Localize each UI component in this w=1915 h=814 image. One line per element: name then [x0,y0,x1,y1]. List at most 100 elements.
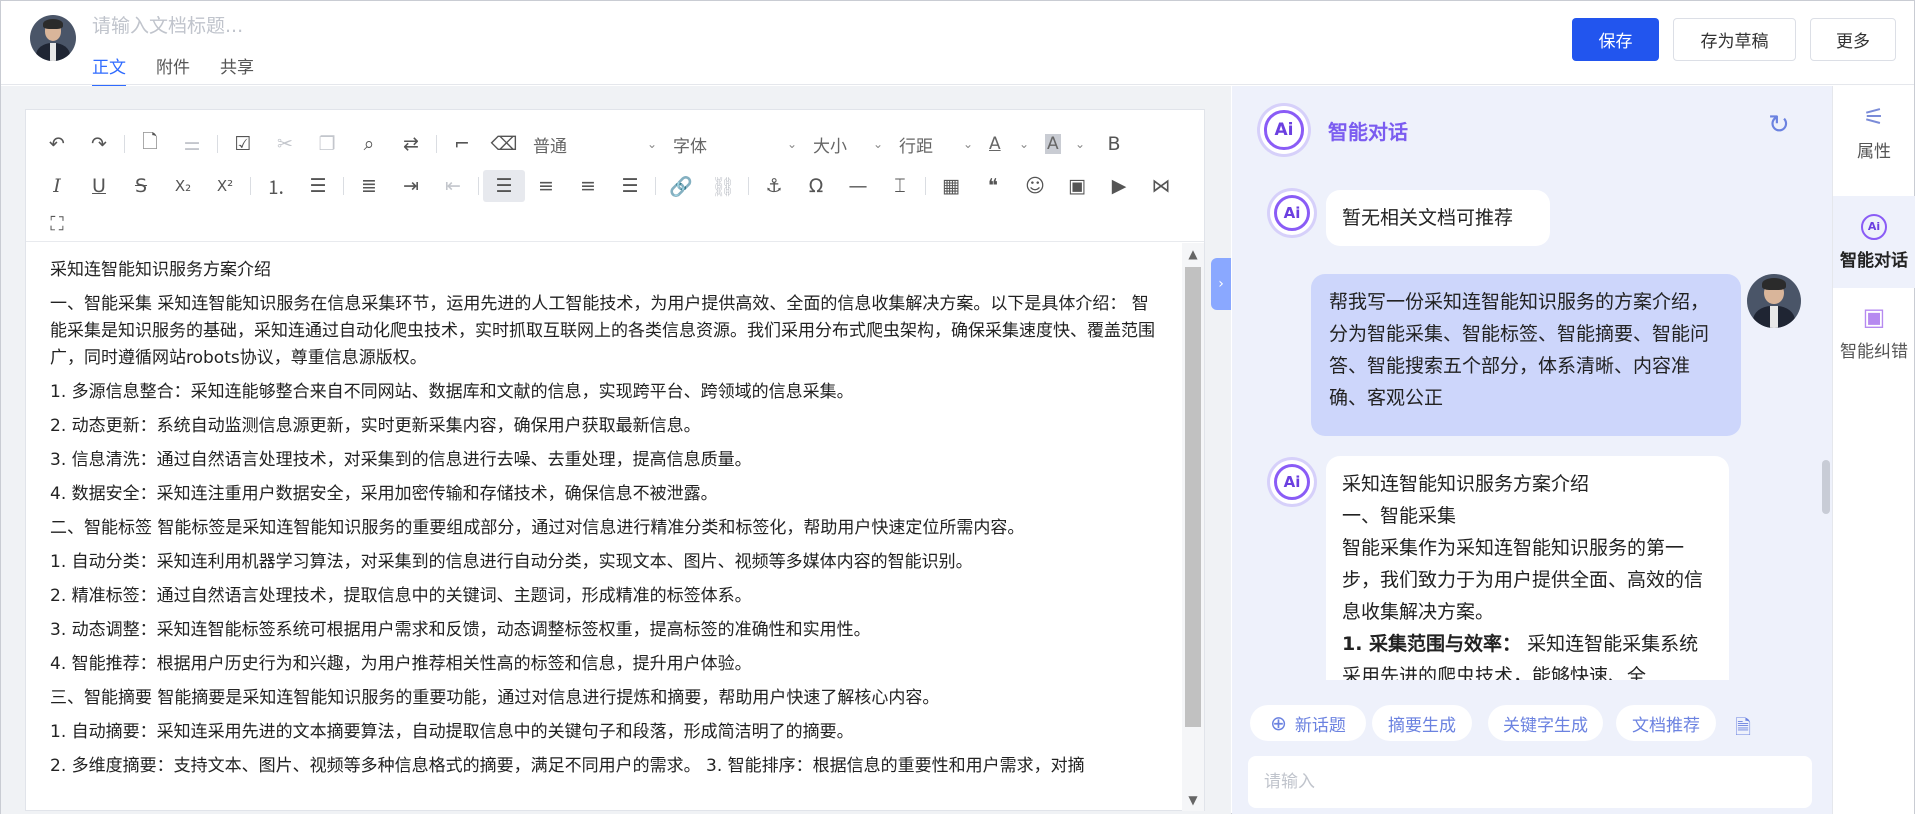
link-icon[interactable]: 🔗 [660,170,702,202]
tab-attachments[interactable]: 附件 [156,53,190,88]
new-doc-icon[interactable]: 🗋 [129,128,171,160]
editor-scroll-thumb[interactable] [1185,267,1201,727]
chat-scroll-thumb[interactable] [1822,460,1830,514]
share-icon[interactable]: ⋈ [1140,170,1182,202]
save-draft-button[interactable]: 存为草稿 [1673,18,1796,61]
line-height-select[interactable]: 行距 ⌄ [891,128,981,160]
ai-chat-panel: Ai 智能对话 ↻ Ai 暂无相关文档可推荐 帮我写一份采知连智能知识服务的方案… [1232,86,1832,814]
scroll-up-icon[interactable]: ▲ [1186,247,1200,261]
tab-share[interactable]: 共享 [220,53,254,88]
doc-paragraph: 3. 动态调整：采知连智能标签系统可根据用户需求和反馈，动态调整标签权重，提高标… [50,620,871,640]
document-title-input[interactable] [92,11,592,41]
outdent-icon[interactable]: ⇤ [432,170,474,202]
subscript-button[interactable]: X₂ [162,170,204,202]
doc-paragraph: 三、智能摘要 智能摘要是采知连智能知识服务的重要功能，通过对信息进行提炼和摘要，… [50,688,940,708]
doc-paragraph: 2. 多维度摘要：支持文本、图片、视频等多种信息格式的摘要，满足不同用户的需求。… [50,756,1085,776]
strikethrough-button[interactable]: S [120,170,162,202]
scroll-down-icon[interactable]: ▼ [1186,793,1200,807]
doc-paragraph: 1. 自动分类：采知连利用机器学习算法，对采集到的信息进行自动分类，实现文本、图… [50,552,973,572]
copy-icon[interactable]: ❐ [306,128,348,160]
save-button[interactable]: 保存 [1572,18,1659,61]
undo-icon[interactable]: ↶ [36,128,78,160]
ai-avatar-icon: Ai [1270,460,1314,504]
align-justify-icon[interactable]: ☰ [609,170,651,202]
add-circle-icon: ⊕ [1270,711,1287,735]
refresh-icon[interactable]: ↻ [1768,110,1790,140]
doc-paragraph: 二、智能标签 智能标签是采知连智能知识服务的重要组成部分，通过对信息进行精准分类… [50,518,1025,538]
more-button[interactable]: 更多 [1810,18,1896,61]
tab-body[interactable]: 正文 [92,53,126,88]
image-icon[interactable]: ▣ [1056,170,1098,202]
special-char-icon[interactable]: Ω [795,170,837,202]
rail-item-ai-correction[interactable]: ▣ 智能纠错 [1833,286,1915,378]
rail-item-properties[interactable]: ⚟ 属性 [1833,86,1915,178]
rail-item-ai-chat[interactable]: Ai 智能对话 [1833,196,1915,288]
background-color-select[interactable]: A ⌄ [1037,128,1093,160]
format-painter-icon[interactable]: ⌐ [441,128,483,160]
editor-area: ↶ ↷ 🗋 ⚌ ☑ ✂ ❐ ⌕ ⇄ ⌐ ⌫ 普通 ⌄ 字体 ⌄ 大小 ⌄ 行距 ⌄ A ⌄… [1,86,1231,814]
document-settings-icon[interactable]: 🗎 [1735,713,1751,747]
text-color-select[interactable]: A ⌄ [981,128,1037,160]
doc-paragraph: 2. 动态更新：系统自动监测信息源更新，实时更新采集内容，确保用户获取最新信息。 [50,416,701,436]
page-break-icon[interactable]: ⌶ [879,170,921,202]
italic-button[interactable]: I [36,170,78,202]
quote-icon[interactable]: ❝ [972,170,1014,202]
chat-title: 智能对话 [1328,120,1408,144]
chat-input[interactable] [1248,756,1812,808]
align-right-icon[interactable]: ≡ [567,170,609,202]
chevron-down-icon: ⌄ [786,137,797,151]
unlink-icon[interactable]: ⛓ [702,170,744,202]
collapse-panel-handle[interactable]: › [1211,258,1231,310]
paragraph-style-select[interactable]: 普通 ⌄ [525,128,665,160]
chevron-down-icon: ⌄ [872,137,883,151]
chat-message-user: 帮我写一份采知连智能知识服务的方案介绍，分为智能采集、智能标签、智能摘要、智能问… [1311,274,1741,436]
doc-recommend-button[interactable]: 文档推荐 [1616,705,1716,741]
checklist-icon[interactable]: ☑ [222,128,264,160]
font-family-select[interactable]: 字体 ⌄ [665,128,805,160]
toolbar-row-1: ↶ ↷ 🗋 ⚌ ☑ ✂ ❐ ⌕ ⇄ ⌐ ⌫ 普通 ⌄ 字体 ⌄ 大小 ⌄ 行距 ⌄ A ⌄… [36,126,1135,162]
doc-paragraph: 1. 自动摘要：采知连采用先进的文本摘要算法，自动提取信息中的关键句子和段落，形… [50,722,854,742]
doc-paragraph: 一、智能采集 采知连智能知识服务在信息采集环节，运用先进的人工智能技术，为用户提… [50,294,1155,368]
chevron-right-icon: › [1218,276,1224,292]
fullscreen-icon[interactable]: ⛶ [36,208,78,240]
sliders-icon: ⚟ [1863,102,1885,131]
chevron-down-icon: ⌄ [1018,137,1029,151]
summary-generate-button[interactable]: 摘要生成 [1372,705,1472,741]
rich-text-editor: ↶ ↷ 🗋 ⚌ ☑ ✂ ❐ ⌕ ⇄ ⌐ ⌫ 普通 ⌄ 字体 ⌄ 大小 ⌄ 行距 ⌄ A ⌄… [25,109,1205,811]
video-icon[interactable]: ▶ [1098,170,1140,202]
right-rail: ⚟ 属性 Ai 智能对话 ▣ 智能纠错 [1832,86,1915,814]
bold-button[interactable]: B [1093,128,1135,160]
ordered-list-icon[interactable]: ⒈ [255,170,297,202]
toolbar-row-3: ⛶ [36,206,78,242]
document-content[interactable]: 采知连智能知识服务方案介绍 一、智能采集 采知连智能知识服务在信息采集环节，运用… [26,243,1182,811]
align-center-icon[interactable]: ≡ [525,170,567,202]
indent-icon[interactable]: ⇥ [390,170,432,202]
redo-icon[interactable]: ↷ [78,128,120,160]
editor-scrollbar[interactable]: ▲ ▼ [1182,243,1204,811]
format-settings-icon[interactable]: ⚌ [171,128,213,160]
emoji-icon[interactable]: ☺ [1014,170,1056,202]
horizontal-rule-icon[interactable]: — [837,170,879,202]
eraser-icon[interactable]: ⌫ [483,128,525,160]
align-left-icon[interactable]: ☰ [483,170,525,202]
new-topic-button[interactable]: ⊕ 新话题 [1250,705,1366,741]
header: 正文 附件 共享 保存 存为草稿 更多 [1,1,1914,88]
chat-message-ai: 采知连智能知识服务方案介绍 一、智能采集 智能采集作为采知连智能知识服务的第一步… [1326,456,1729,680]
keyword-generate-button[interactable]: 关键字生成 [1488,705,1603,741]
anchor-icon[interactable]: ⚓ [753,170,795,202]
bullet-list-icon[interactable]: ☰ [297,170,339,202]
header-tabs: 正文 附件 共享 [92,53,284,88]
chevron-down-icon: ⌄ [1074,137,1085,151]
cut-icon[interactable]: ✂ [264,128,306,160]
table-icon[interactable]: ▦ [930,170,972,202]
chevron-down-icon: ⌄ [646,137,657,151]
doc-paragraph: 4. 智能推荐：根据用户历史行为和兴趣，为用户推荐相关性高的标签和信息，提升用户… [50,654,752,674]
font-size-select[interactable]: 大小 ⌄ [805,128,891,160]
underline-button[interactable]: U [78,170,120,202]
superscript-button[interactable]: X² [204,170,246,202]
user-avatar [1747,274,1801,328]
search-icon[interactable]: ⌕ [348,128,390,160]
replace-icon[interactable]: ⇄ [390,128,432,160]
paragraph-icon[interactable]: ≣ [348,170,390,202]
avatar[interactable] [30,15,76,61]
